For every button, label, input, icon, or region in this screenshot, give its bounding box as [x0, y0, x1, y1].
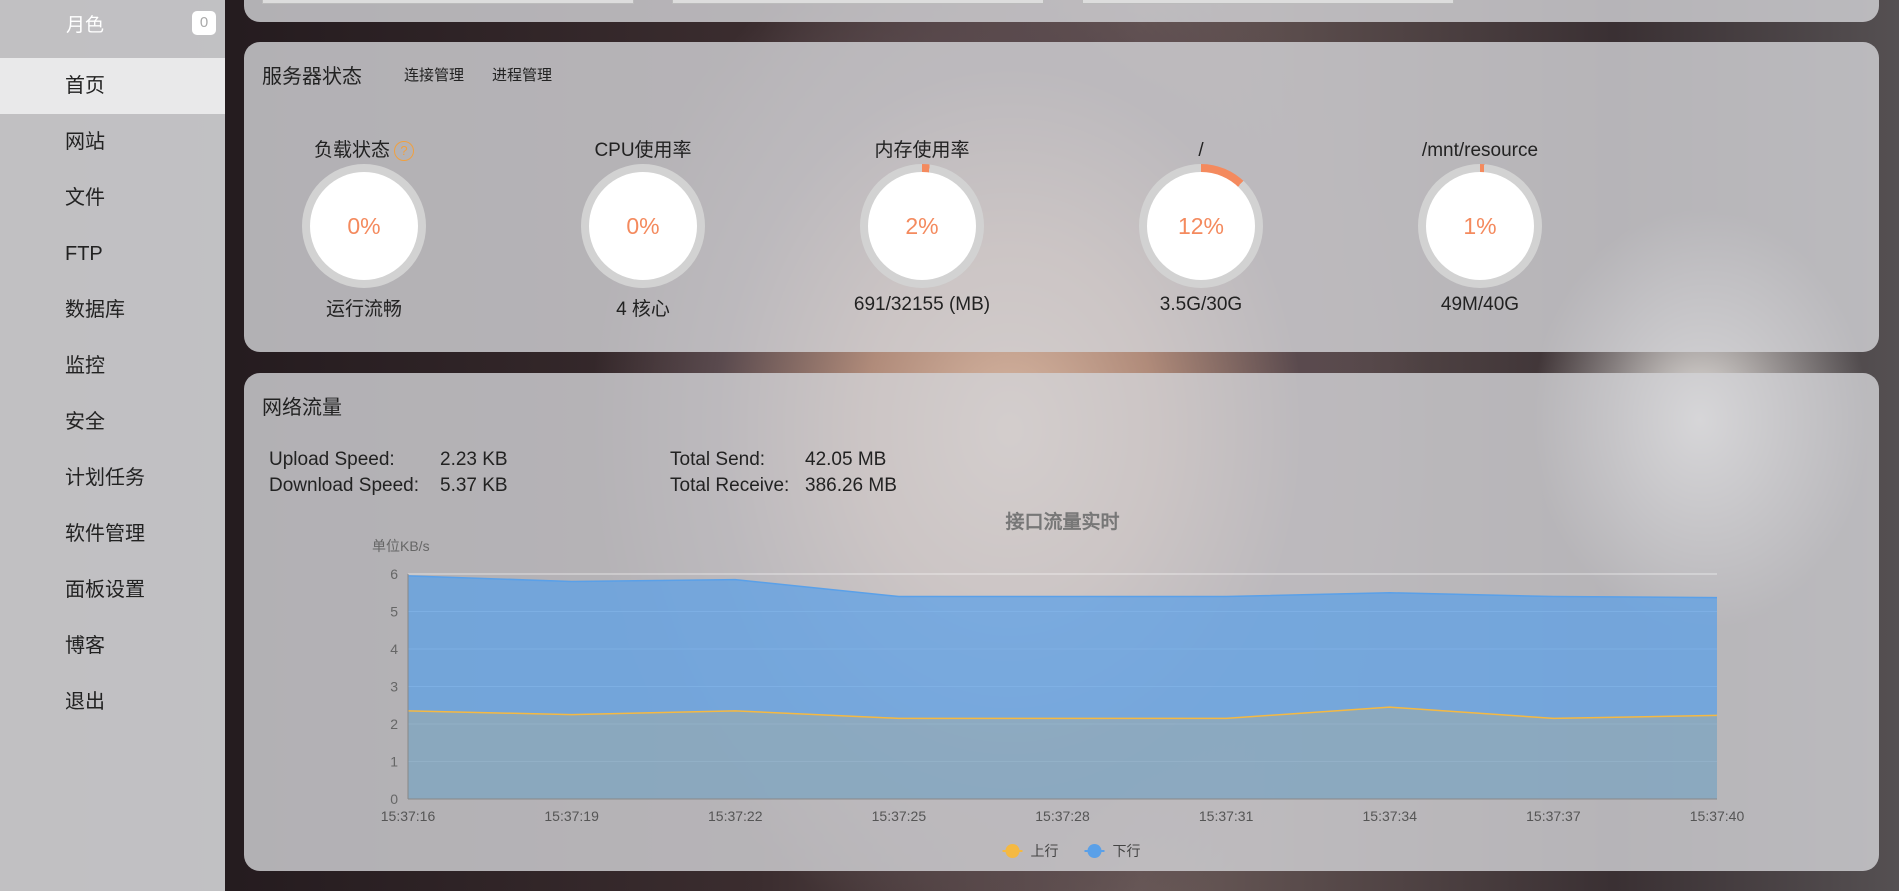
gauge-sub: 运行流畅 [325, 299, 402, 320]
gauge-ring[interactable]: 0% [581, 164, 705, 288]
gauge-sub: 49M/40G [1440, 294, 1520, 315]
y-tick-label: 6 [390, 566, 398, 582]
network-panel: 网络流量 Upload Speed: 2.23 KB Download Spee… [244, 373, 1879, 871]
sidebar-user: 月色 0 [0, 0, 225, 46]
x-tick-label: 15:37:34 [1363, 808, 1418, 824]
sidebar-item-monitor[interactable]: 监控 [0, 338, 225, 394]
progress-bar [1082, 0, 1454, 4]
series-area [408, 707, 1717, 799]
y-tick-label: 0 [390, 791, 398, 807]
sidebar-item-blog[interactable]: 博客 [0, 618, 225, 674]
sidebar: 月色 0 首页 网站 文件 FTP 数据库 监控 安全 计划任务 软件管理 面板… [0, 0, 225, 891]
x-tick-label: 15:37:25 [872, 808, 927, 824]
sidebar-nav: 首页 网站 文件 FTP 数据库 监控 安全 计划任务 软件管理 面板设置 博客… [0, 58, 225, 730]
x-tick-label: 15:37:16 [381, 808, 436, 824]
x-tick-label: 15:37:19 [544, 808, 599, 824]
sidebar-item-database[interactable]: 数据库 [0, 282, 225, 338]
y-axis-label: 单位KB/s [372, 538, 430, 554]
y-tick-label: 3 [390, 679, 398, 695]
chart-title: 接口流量实时 [1005, 510, 1119, 533]
gauge-sub: 4 核心 [616, 299, 670, 320]
gauge-label: / [1198, 140, 1204, 161]
gauge-sub: 691/32155 (MB) [853, 294, 991, 315]
gauge-ring[interactable]: 2% [860, 164, 984, 288]
gauge-label: 负载状态? [264, 138, 464, 164]
gauge-value: 0% [589, 172, 697, 280]
sidebar-item-website[interactable]: 网站 [0, 114, 225, 170]
traffic-chart[interactable]: 接口流量实时单位KB/s 0 1 2 3 4 5 6 15:37:16 15:37:19 15:37… [244, 373, 1879, 871]
sidebar-item-security[interactable]: 安全 [0, 394, 225, 450]
gauge-ring[interactable]: 0% [302, 164, 426, 288]
x-tick-label: 15:37:31 [1199, 808, 1254, 824]
gauge-ring[interactable]: 12% [1139, 164, 1263, 288]
gauge-memory: 内存使用率 2% 691/32155 (MB) [822, 138, 1022, 318]
sidebar-item-settings[interactable]: 面板设置 [0, 562, 225, 618]
progress-bar [262, 0, 634, 4]
overview-panel [244, 0, 1879, 22]
legend-label: 上行 [1031, 843, 1059, 859]
notification-badge[interactable]: 0 [192, 11, 216, 35]
x-tick-label: 15:37:40 [1690, 808, 1745, 824]
progress-bar [672, 0, 1044, 4]
user-name[interactable]: 月色 [66, 10, 104, 37]
help-icon[interactable]: ? [394, 140, 414, 161]
gauge-disk-resource: /mnt/resource 1% 49M/40G [1380, 138, 1580, 318]
x-tick-label: 15:37:22 [708, 808, 763, 824]
sidebar-item-home[interactable]: 首页 [0, 58, 225, 114]
gauge-ring[interactable]: 1% [1418, 164, 1542, 288]
gauge-value: 2% [868, 172, 976, 280]
gauge-value: 12% [1147, 172, 1255, 280]
sidebar-item-ftp[interactable]: FTP [0, 226, 225, 282]
server-status-title: 服务器状态 [262, 66, 362, 88]
gauge-label: 内存使用率 [874, 140, 970, 161]
gauge-disk-root: / 12% 3.5G/30G [1101, 138, 1301, 318]
gauge-load: 负载状态? 0% 运行流畅 [264, 138, 464, 320]
y-tick-label: 2 [390, 716, 398, 732]
sidebar-item-logout[interactable]: 退出 [0, 674, 225, 730]
gauge-value: 0% [310, 172, 418, 280]
y-tick-label: 1 [390, 754, 398, 770]
tab-processes[interactable]: 进程管理 [492, 64, 552, 85]
gauge-cpu: CPU使用率 0% 4 核心 [543, 138, 743, 320]
tab-connections[interactable]: 连接管理 [404, 64, 464, 85]
sidebar-item-files[interactable]: 文件 [0, 170, 225, 226]
gauge-label: CPU使用率 [594, 140, 692, 161]
legend-label: 下行 [1113, 843, 1141, 859]
gauge-value: 1% [1426, 172, 1534, 280]
sidebar-item-cron[interactable]: 计划任务 [0, 450, 225, 506]
gauge-sub: 3.5G/30G [1159, 294, 1243, 315]
y-tick-label: 5 [390, 604, 398, 620]
sidebar-item-software[interactable]: 软件管理 [0, 506, 225, 562]
server-status-panel: 服务器状态 连接管理 进程管理 负载状态? 0% 运行流畅 CPU使用率 0% … [244, 42, 1879, 352]
y-tick-label: 4 [390, 641, 398, 657]
x-tick-label: 15:37:37 [1526, 808, 1581, 824]
gauge-label: /mnt/resource [1421, 140, 1539, 161]
x-tick-label: 15:37:28 [1035, 808, 1090, 824]
